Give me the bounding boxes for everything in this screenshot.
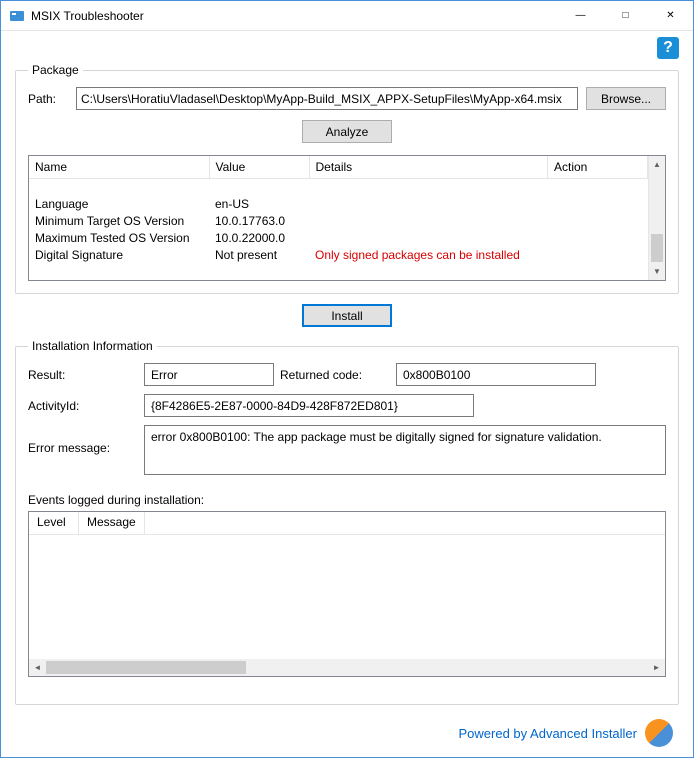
info-grid: Result: Returned code: — [28, 363, 666, 386]
cell-value: 10.0.17763.0 — [209, 212, 309, 229]
path-input[interactable] — [76, 87, 578, 110]
scroll-up-icon[interactable]: ▲ — [649, 156, 665, 173]
package-table-body: Name Value Details Action Languageen-USM… — [29, 156, 648, 280]
help-row: ? — [15, 37, 679, 59]
hscroll-thumb[interactable] — [46, 661, 246, 674]
advanced-installer-icon[interactable] — [645, 719, 673, 747]
table-header-row: Name Value Details Action — [29, 156, 648, 178]
col-action[interactable]: Action — [548, 156, 648, 178]
error-message-field[interactable]: error 0x800B0100: The app package must b… — [144, 425, 666, 475]
install-info-legend: Installation Information — [28, 339, 157, 353]
activity-label: ActivityId: — [28, 399, 138, 413]
activity-field[interactable] — [144, 394, 474, 417]
col-level[interactable]: Level — [29, 512, 79, 534]
table-row[interactable]: Languageen-US — [29, 195, 648, 212]
install-row: Install — [15, 304, 679, 327]
cell-value: Not present — [209, 246, 309, 263]
install-button[interactable]: Install — [302, 304, 392, 327]
footer: Powered by Advanced Installer — [15, 715, 679, 747]
table-row[interactable] — [29, 178, 648, 195]
cell-action — [548, 195, 648, 212]
table-row[interactable]: Digital SignatureNot presentOnly signed … — [29, 246, 648, 263]
path-label: Path: — [28, 92, 68, 106]
cell-action — [548, 229, 648, 246]
events-table: Level Message ◄ ► — [28, 511, 666, 677]
powered-by-link[interactable]: Powered by Advanced Installer — [459, 726, 638, 741]
path-row: Path: Browse... — [28, 87, 666, 110]
cell-name: Minimum Target OS Version — [29, 212, 209, 229]
col-name[interactable]: Name — [29, 156, 209, 178]
cell-value: 10.0.22000.0 — [209, 229, 309, 246]
help-icon[interactable]: ? — [657, 37, 679, 59]
analyze-row: Analyze — [28, 120, 666, 143]
returned-code-label: Returned code: — [280, 368, 390, 382]
result-label: Result: — [28, 368, 138, 382]
events-header: Level Message — [29, 512, 665, 535]
content: ? Package Path: Browse... Analyze N — [1, 31, 693, 757]
col-value[interactable]: Value — [209, 156, 309, 178]
cell-name: Digital Signature — [29, 246, 209, 263]
table-row[interactable]: Maximum Tested OS Version10.0.22000.0 — [29, 229, 648, 246]
col-details[interactable]: Details — [309, 156, 548, 178]
result-field[interactable] — [144, 363, 274, 386]
scroll-right-icon[interactable]: ► — [648, 659, 665, 676]
titlebar: MSIX Troubleshooter — □ ✕ — [1, 1, 693, 31]
package-group: Package Path: Browse... Analyze Name — [15, 63, 679, 294]
events-label: Events logged during installation: — [28, 493, 666, 507]
analyze-button[interactable]: Analyze — [302, 120, 392, 143]
window-title: MSIX Troubleshooter — [31, 9, 558, 23]
minimize-button[interactable]: — — [558, 1, 603, 30]
cell-details — [309, 195, 548, 212]
cell-details — [309, 212, 548, 229]
error-row: Error message: error 0x800B0100: The app… — [28, 425, 666, 475]
error-label: Error message: — [28, 425, 138, 455]
window: MSIX Troubleshooter — □ ✕ ? Package Path… — [0, 0, 694, 758]
maximize-button[interactable]: □ — [603, 1, 648, 30]
cell-action — [548, 246, 648, 263]
browse-button[interactable]: Browse... — [586, 87, 666, 110]
install-info-group: Installation Information Result: Returne… — [15, 339, 679, 705]
cell-details — [309, 229, 548, 246]
scroll-down-icon[interactable]: ▼ — [649, 263, 665, 280]
close-button[interactable]: ✕ — [648, 1, 693, 30]
app-icon — [9, 8, 25, 24]
cell-name: Maximum Tested OS Version — [29, 229, 209, 246]
cell-value: en-US — [209, 195, 309, 212]
scroll-thumb[interactable] — [651, 234, 663, 262]
activity-row: ActivityId: — [28, 394, 666, 417]
returned-code-field[interactable] — [396, 363, 596, 386]
window-controls: — □ ✕ — [558, 1, 693, 30]
cell-name: Language — [29, 195, 209, 212]
package-table: Name Value Details Action Languageen-USM… — [28, 155, 666, 281]
col-message[interactable]: Message — [79, 512, 145, 534]
cell-action — [548, 212, 648, 229]
horizontal-scrollbar[interactable]: ◄ ► — [29, 659, 665, 676]
package-legend: Package — [28, 63, 83, 77]
vertical-scrollbar[interactable]: ▲ ▼ — [648, 156, 665, 280]
scroll-left-icon[interactable]: ◄ — [29, 659, 46, 676]
cell-details: Only signed packages can be installed — [309, 246, 548, 263]
table-row[interactable]: Minimum Target OS Version10.0.17763.0 — [29, 212, 648, 229]
